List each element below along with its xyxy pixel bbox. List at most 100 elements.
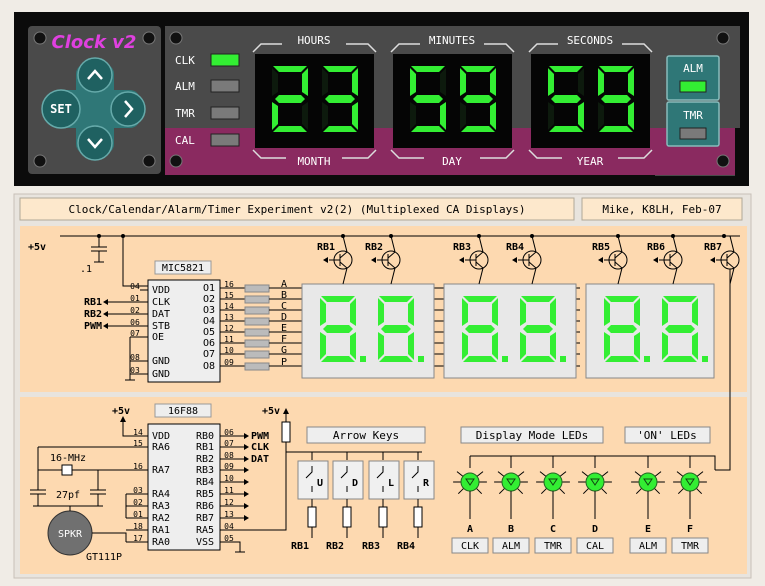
- mcu-out-rb5: RB5: [196, 489, 214, 500]
- schematic-canvas: Clock v2 SET CLKALMTMRCAL 235959 HOURSMO…: [13, 12, 752, 579]
- led-letter-e: E: [645, 524, 651, 535]
- up-button[interactable]: [77, 57, 113, 93]
- mcu-net-clk: CLK: [251, 442, 269, 453]
- mode-leds-title: Display Mode LEDs: [476, 429, 589, 442]
- driver-out-num: 11: [224, 335, 234, 344]
- mcu-pin-num: 18: [133, 522, 143, 531]
- segment-resistor: [244, 350, 270, 359]
- digit-segment: [461, 126, 495, 132]
- digit-segment: [463, 296, 497, 302]
- mode-label-cal: CAL: [175, 134, 195, 147]
- mode-label-alm: ALM: [175, 80, 195, 93]
- segment-letter-c: C: [281, 301, 287, 312]
- key-label-l: L: [388, 478, 394, 489]
- driver-pin-stb: STB: [152, 321, 170, 332]
- key-net-rb3: RB3: [362, 541, 380, 552]
- segment-letter-d: D: [281, 312, 287, 323]
- key-switch-d[interactable]: [332, 460, 364, 500]
- led-indicator-b: [501, 472, 521, 492]
- driver-out-o3: O3: [203, 305, 215, 316]
- driver-net-rb1: RB1: [84, 297, 102, 308]
- mcu-pin-num: 03: [133, 486, 143, 495]
- driver-pin-oe: OE: [152, 332, 164, 343]
- led-label-alm: ALM: [502, 541, 520, 552]
- digit-segment: [607, 325, 637, 333]
- mcu-pin-ra6: RA6: [152, 442, 170, 453]
- crystal-cap-label: 27pf: [56, 490, 80, 501]
- driver-pin-num: 03: [130, 366, 140, 375]
- led-letter-b: B: [508, 524, 514, 535]
- led-indicator-a: [460, 472, 480, 492]
- led-label-alm: ALM: [639, 541, 657, 552]
- driver-pin-vdd: VDD: [152, 285, 170, 296]
- arrow-keys-title: Arrow Keys: [333, 429, 399, 442]
- driver-out-num: 15: [224, 291, 234, 300]
- digit-segment: [463, 356, 497, 362]
- cap-value-label: .1: [80, 264, 92, 275]
- driver-pin-num: 04: [130, 282, 140, 291]
- set-button[interactable]: SET: [41, 89, 81, 129]
- driver-net-rb2: RB2: [84, 309, 102, 320]
- driver-pin-num: 08: [130, 353, 140, 362]
- pullup-resistor: [281, 421, 291, 443]
- alm-side-button[interactable]: ALM: [666, 55, 720, 101]
- led-label-tmr: TMR: [544, 541, 563, 552]
- segment-resistor: [244, 317, 270, 326]
- driver-out-o1: O1: [203, 283, 215, 294]
- tmr-side-button[interactable]: TMR: [666, 101, 720, 147]
- segment-resistor: [244, 295, 270, 304]
- key-switch-u[interactable]: [297, 460, 329, 500]
- key-label-u: U: [317, 478, 323, 489]
- driver-out-o7: O7: [203, 349, 215, 360]
- digit-driver-rb7: RB7: [704, 242, 722, 253]
- top-label-seconds: SECONDS: [567, 34, 613, 47]
- segment-letter-e: E: [281, 323, 287, 334]
- digit-segment: [273, 126, 307, 132]
- led-label-tmr: TMR: [681, 541, 700, 552]
- digit-window-1: [255, 54, 374, 148]
- mcu-pin-num: 16: [133, 462, 143, 471]
- mode-label-clk: CLK: [175, 54, 195, 67]
- tmr-side-label: TMR: [683, 109, 703, 122]
- mode-label-tmr: TMR: [175, 107, 195, 120]
- bottom-label-month: MONTH: [297, 155, 330, 168]
- digit-segment: [379, 296, 413, 302]
- supply-label-keys: +5v: [262, 406, 280, 417]
- mcu-out-rb0: RB0: [196, 431, 214, 442]
- decimal-point: [418, 356, 424, 362]
- digit-segment: [379, 356, 413, 362]
- driver-pin-gnd: GND: [152, 356, 170, 367]
- driver-out-o5: O5: [203, 327, 215, 338]
- seven-segment-display-2: [443, 283, 577, 379]
- digit-segment: [323, 126, 357, 132]
- segment-letter-f: F: [281, 334, 287, 345]
- digit-segment: [461, 66, 495, 72]
- mcu-pin-ra0: RA0: [152, 537, 170, 548]
- digit-segment: [523, 325, 553, 333]
- mcu-out-vss: VSS: [196, 537, 214, 548]
- driver-pin-clk: CLK: [152, 297, 170, 308]
- driver-pin-num: 01: [130, 294, 140, 303]
- app-logo: Clock v2: [52, 32, 137, 53]
- mcu-out-num: 12: [224, 498, 234, 507]
- alm-side-label: ALM: [683, 62, 703, 75]
- schematic-title: Clock/Calendar/Alarm/Timer Experiment v2…: [69, 203, 526, 216]
- digit-segment: [411, 66, 445, 72]
- on-leds-title: 'ON' LEDs: [637, 429, 697, 442]
- down-button[interactable]: [77, 125, 113, 161]
- key-switch-r[interactable]: [403, 460, 435, 500]
- key-net-rb1: RB1: [291, 541, 309, 552]
- key-switch-l[interactable]: [368, 460, 400, 500]
- right-button[interactable]: [110, 91, 146, 127]
- led-label-cal: CAL: [586, 541, 604, 552]
- led-letter-c: C: [550, 524, 556, 535]
- mcu-chip-name: 16F88: [168, 406, 198, 417]
- segment-letter-p: P: [281, 357, 287, 368]
- driver-out-o8: O8: [203, 361, 215, 372]
- mode-led-alm: [210, 79, 240, 93]
- tmr-side-led: [679, 127, 707, 140]
- segment-resistor: [244, 284, 270, 293]
- driver-out-num: 14: [224, 302, 234, 311]
- mcu-pin-num: 17: [133, 534, 143, 543]
- driver-out-o6: O6: [203, 338, 215, 349]
